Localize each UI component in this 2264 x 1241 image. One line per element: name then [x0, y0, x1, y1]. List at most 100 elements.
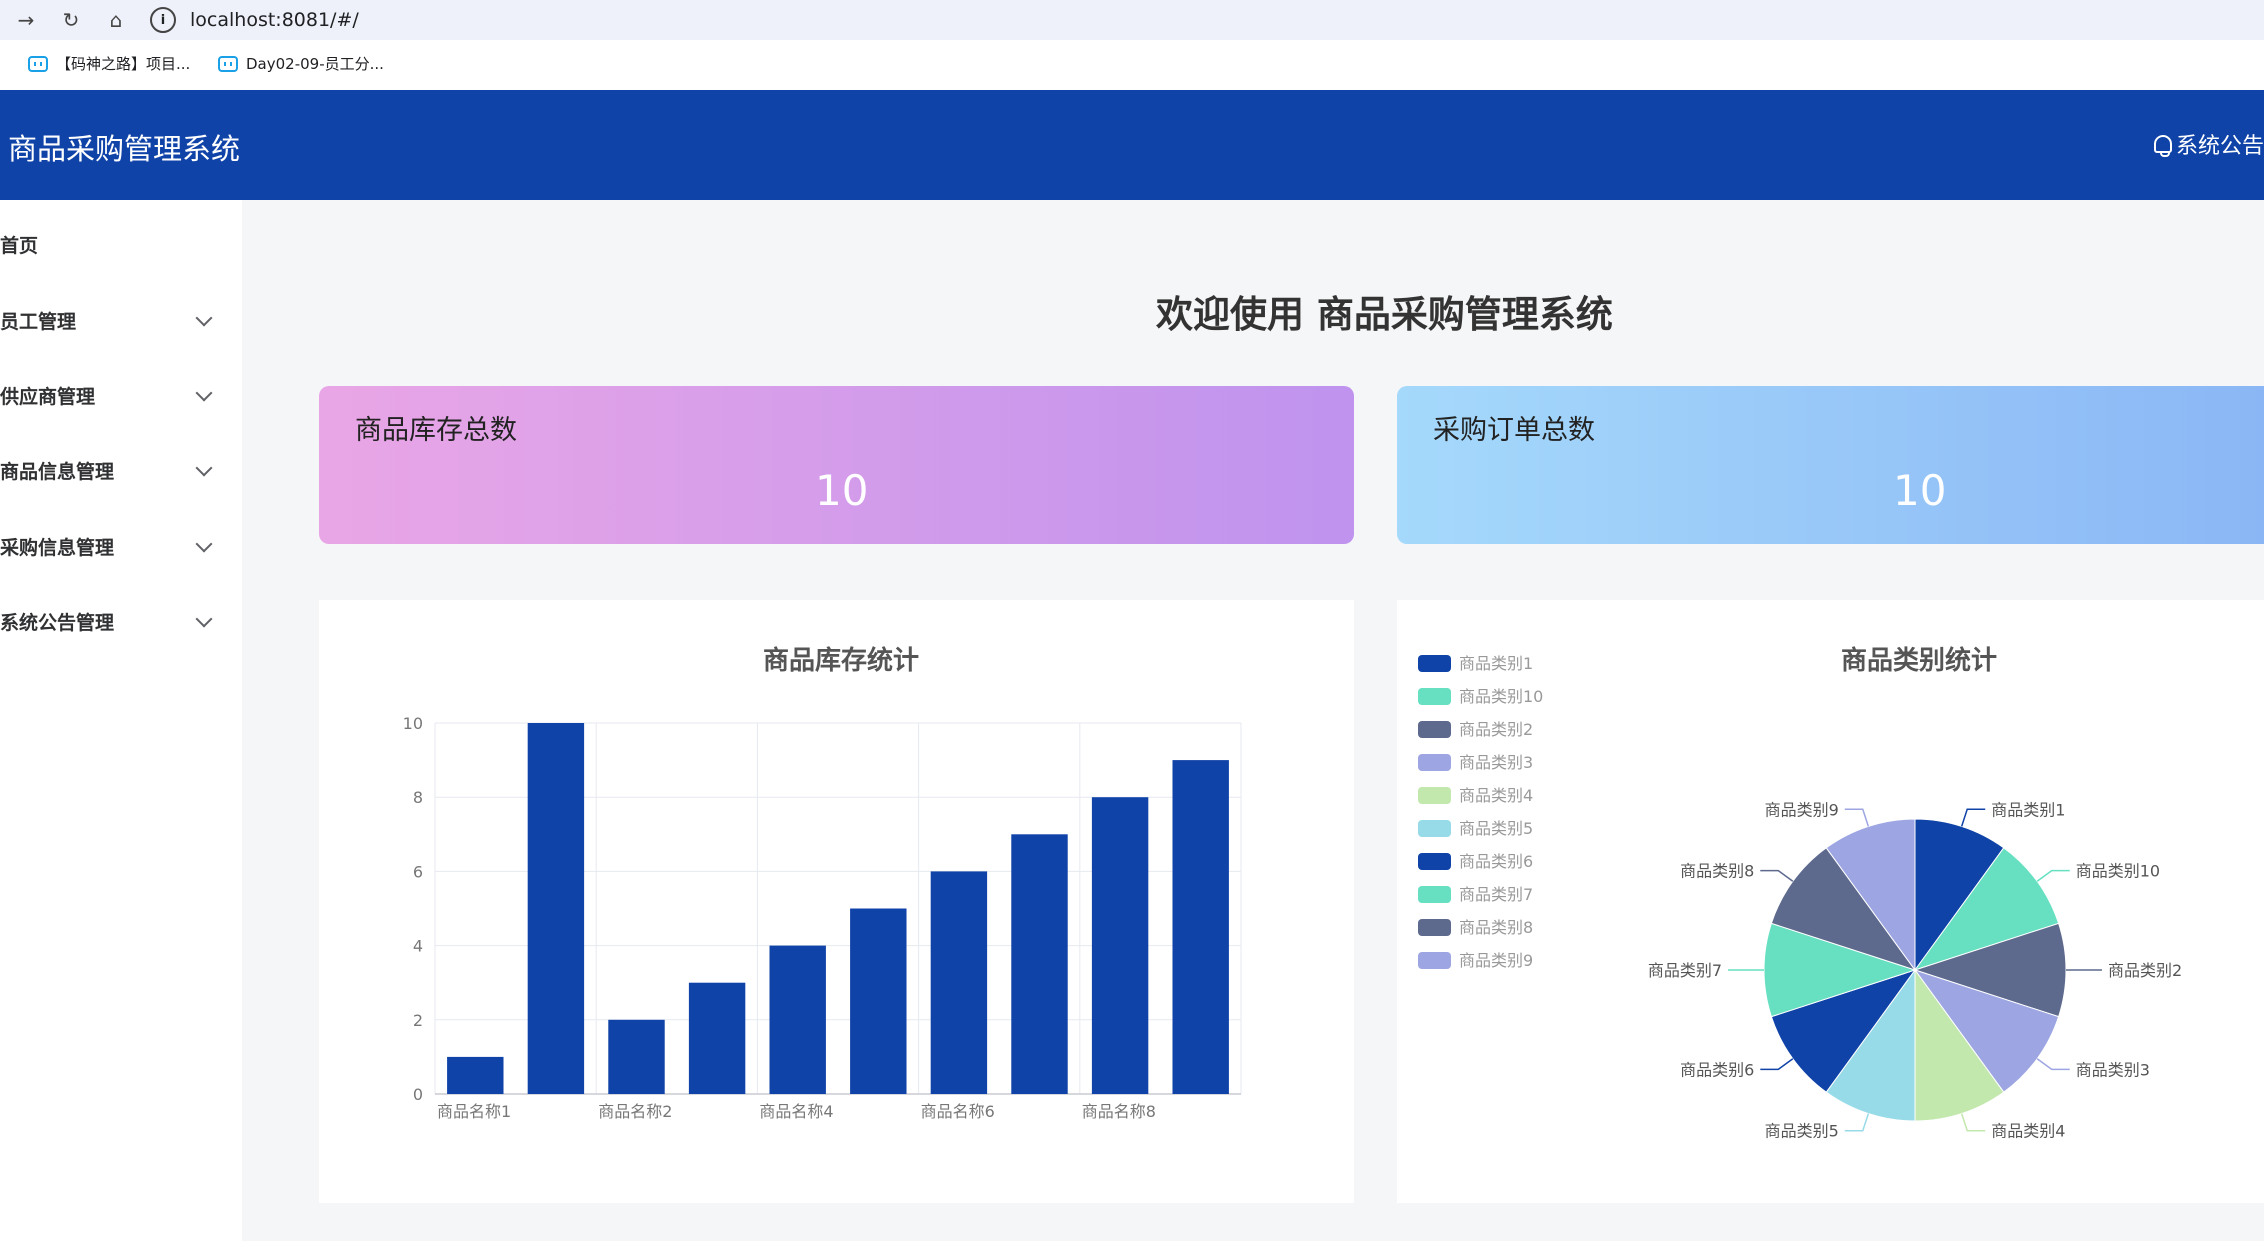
- slice-label: 商品类别9: [1765, 800, 1839, 819]
- legend-label: 商品类别1: [1459, 654, 1533, 673]
- slice-label: 商品类别6: [1680, 1060, 1754, 1079]
- legend-swatch: [1418, 688, 1451, 705]
- sidebar-item-announcements[interactable]: 系统公告管理: [0, 591, 242, 651]
- announcement-label: 系统公告: [2175, 134, 2264, 159]
- chevron-down-icon: [195, 309, 213, 327]
- legend-label: 商品类别3: [1459, 753, 1533, 772]
- sidebar-item-purchases[interactable]: 采购信息管理: [0, 516, 242, 576]
- slice-label: 商品类别2: [2108, 961, 2182, 980]
- x-tick-label: 商品名称4: [759, 1102, 833, 1121]
- legend-swatch: [1418, 952, 1451, 969]
- sidebar-item-label: 首页: [0, 234, 39, 257]
- legend-swatch: [1418, 820, 1451, 837]
- app-header: 商品采购管理系统 系统公告: [0, 90, 2264, 200]
- bookmark-label: Day02-09-员工分...: [246, 55, 384, 73]
- orders-total-card: 采购订单总数 10: [1397, 386, 2264, 544]
- x-tick-label: 商品名称1: [437, 1102, 511, 1121]
- x-tick-label: 商品名称6: [921, 1102, 995, 1121]
- sidebar-item-suppliers[interactable]: 供应商管理: [0, 365, 242, 425]
- card-value: 10: [1893, 466, 1947, 515]
- legend-swatch: [1418, 655, 1451, 672]
- label-leader-line: [1844, 1113, 1870, 1132]
- label-leader-line: [2036, 869, 2070, 882]
- x-tick-label: 商品名称2: [598, 1102, 672, 1121]
- label-leader-line: [1760, 869, 1794, 882]
- legend-label: 商品类别5: [1459, 819, 1533, 838]
- bar: [447, 1056, 504, 1094]
- browser-toolbar: → ↻ ⌂ i localhost:8081/#/: [0, 0, 2264, 40]
- bar: [688, 982, 746, 1094]
- welcome-heading: 欢迎使用 商品采购管理系统: [1156, 293, 1613, 336]
- bar: [1172, 760, 1229, 1094]
- y-tick-label: 6: [413, 862, 423, 881]
- legend-label: 商品类别8: [1459, 918, 1533, 937]
- bar: [769, 945, 826, 1094]
- address-bar[interactable]: i localhost:8081/#/: [150, 2, 2260, 38]
- y-tick-label: 4: [413, 937, 423, 956]
- label-leader-line: [1960, 808, 1986, 827]
- bar: [930, 871, 988, 1094]
- label-leader-line: [1844, 808, 1870, 827]
- bar: [1011, 834, 1068, 1094]
- slice-label: 商品类别7: [1648, 961, 1722, 980]
- legend-swatch: [1418, 787, 1451, 804]
- card-title: 采购订单总数: [1433, 415, 1595, 446]
- slice-label: 商品类别8: [1680, 862, 1754, 881]
- chevron-down-icon: [195, 535, 213, 553]
- category-chart-panel: 商品类别统计 商品类别1 商品类别10 商品类别2 商品类别3 商品类别4 商品类别5 商品…: [1397, 600, 2264, 1203]
- sidebar-item-label: 系统公告管理: [0, 611, 115, 634]
- legend-label: 商品类别2: [1459, 720, 1533, 739]
- legend-swatch: [1418, 721, 1451, 738]
- bilibili-icon: [28, 55, 48, 72]
- legend-label: 商品类别9: [1459, 951, 1533, 970]
- bookmark-item[interactable]: 【码神之路】项目...: [28, 53, 190, 74]
- bar: [608, 1019, 665, 1094]
- home-icon[interactable]: ⌂: [100, 4, 132, 36]
- card-title: 商品库存总数: [355, 415, 517, 446]
- bookmark-item[interactable]: Day02-09-员工分...: [218, 53, 384, 74]
- bilibili-icon: [218, 55, 238, 72]
- slice-label: 商品类别5: [1765, 1122, 1839, 1141]
- slice-label: 商品类别10: [2076, 862, 2160, 881]
- bar: [527, 723, 585, 1094]
- bookmarks-bar: 【码神之路】项目... Day02-09-员工分...: [0, 40, 2264, 90]
- sidebar-item-products[interactable]: 商品信息管理: [0, 440, 242, 500]
- bar: [1091, 797, 1149, 1094]
- legend-swatch: [1418, 754, 1451, 771]
- legend-label: 商品类别7: [1459, 885, 1533, 904]
- sidebar-item-label: 商品信息管理: [0, 460, 115, 483]
- legend-label: 商品类别4: [1459, 786, 1533, 805]
- forward-icon[interactable]: →: [10, 4, 42, 36]
- app-title: 商品采购管理系统: [8, 132, 241, 166]
- pie-chart: 商品类别1 商品类别10 商品类别2 商品类别3 商品类别4 商品类别5 商品类别6 商品类别…: [1418, 654, 2182, 1141]
- legend-swatch: [1418, 886, 1451, 903]
- legend-label: 商品类别10: [1459, 687, 1543, 706]
- y-tick-label: 10: [403, 714, 423, 733]
- slice-label: 商品类别1: [1991, 800, 2065, 819]
- chevron-down-icon: [195, 459, 213, 477]
- card-value: 10: [815, 466, 869, 515]
- announcement-link[interactable]: 系统公告: [2153, 128, 2264, 160]
- sidebar-item-label: 供应商管理: [0, 385, 96, 408]
- slice-label: 商品类别3: [2076, 1060, 2150, 1079]
- url-text: localhost:8081/#/: [190, 9, 359, 31]
- sidebar-item-label: 员工管理: [0, 310, 77, 333]
- reload-icon[interactable]: ↻: [55, 4, 87, 36]
- slice-label: 商品类别4: [1991, 1122, 2065, 1141]
- x-tick-label: 商品名称8: [1082, 1102, 1156, 1121]
- bar-chart: 0 2 4 6 8 10 商品名称1 商品名称2 商品名称4 商品名称6 商品名称8: [403, 714, 1242, 1121]
- sidebar: 首页 员工管理 供应商管理 商品信息管理 采购信息管理 系统公告管理: [0, 200, 242, 1241]
- stock-chart-panel: 商品库存统计 0 2 4 6 8 10 商品名称1 商品名称2 商品名称4 商品名称6 商品名称8: [319, 600, 1354, 1203]
- y-tick-label: 0: [413, 1085, 423, 1104]
- site-info-icon[interactable]: i: [150, 7, 176, 33]
- label-leader-line: [1960, 1113, 1986, 1132]
- sidebar-item-home[interactable]: 首页: [0, 214, 242, 274]
- stock-total-card: 商品库存总数 10: [319, 386, 1354, 544]
- bell-icon: [2153, 135, 2172, 157]
- bookmark-label: 【码神之路】项目...: [56, 55, 191, 73]
- sidebar-item-employees[interactable]: 员工管理: [0, 290, 242, 350]
- legend-swatch: [1418, 919, 1451, 936]
- y-tick-label: 2: [413, 1011, 423, 1030]
- label-leader-line: [2036, 1058, 2070, 1071]
- chevron-down-icon: [195, 610, 213, 628]
